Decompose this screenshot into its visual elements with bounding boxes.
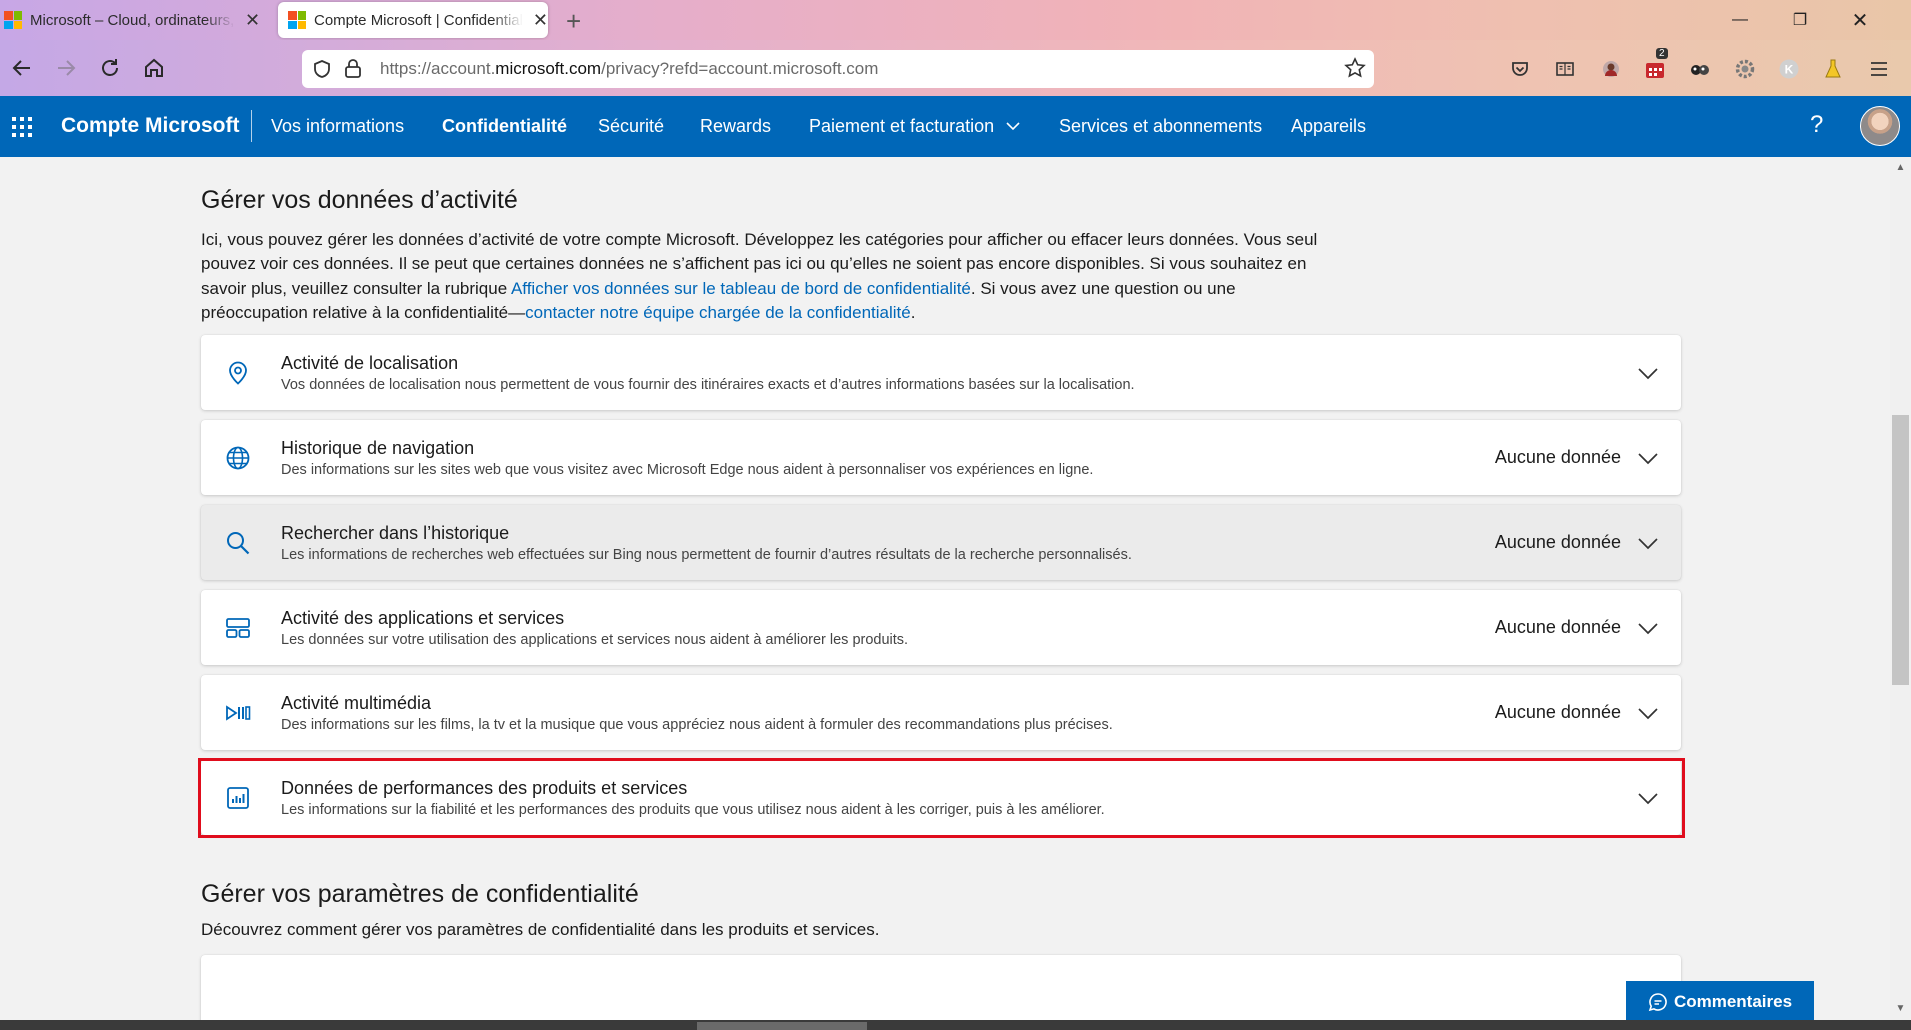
app-launcher-waffle-icon[interactable] (12, 117, 32, 137)
scrollbar-thumb[interactable] (1892, 415, 1909, 685)
new-tab-plus-icon[interactable]: + (566, 6, 581, 37)
restore-window-icon[interactable]: ❐ (1770, 0, 1830, 40)
lock-icon[interactable] (344, 58, 362, 83)
nav-label: Paiement et facturation (809, 116, 995, 136)
scroll-down-arrow-icon[interactable]: ▼ (1890, 1003, 1911, 1019)
activity-section-title: Gérer vos données d’activité (201, 186, 518, 214)
activity-item-media[interactable]: Activité multimédia Des informations sur… (201, 675, 1681, 750)
scroll-up-arrow-icon[interactable]: ▲ (1890, 162, 1911, 178)
activity-item-apps-services[interactable]: Activité des applications et services Le… (201, 590, 1681, 665)
avatar[interactable] (1860, 106, 1900, 146)
search-icon (227, 532, 250, 555)
close-tab-icon[interactable]: ✕ (245, 10, 260, 31)
glasses-extension-icon[interactable] (1685, 54, 1715, 84)
nav-vos-informations[interactable]: Vos informations (271, 116, 404, 137)
chevron-down-icon[interactable] (1637, 447, 1659, 469)
apps-icon (226, 618, 250, 638)
extension-avatar-icon[interactable] (1596, 54, 1626, 84)
bookmark-star-icon[interactable] (1344, 57, 1366, 84)
activity-item-description: Vos données de localisation nous permett… (281, 377, 1135, 393)
nav-securite[interactable]: Sécurité (598, 116, 664, 137)
feedback-label: Commentaires (1673, 991, 1793, 1011)
globe-icon (226, 446, 250, 470)
media-icon (226, 705, 251, 721)
activity-item-description: Les données sur votre utilisation des ap… (281, 632, 909, 648)
activity-item-description: Des informations sur les sites web que v… (281, 462, 1094, 478)
nav-rewards[interactable]: Rewards (700, 116, 771, 137)
url-text[interactable]: https://account.microsoft.com/privacy?re… (380, 59, 878, 79)
activity-item-title: Activité des applications et services (281, 608, 565, 628)
activity-item-title: Activité multimédia (281, 693, 432, 713)
status-no-data: Aucune donnée (1494, 702, 1621, 722)
browser-tab-account[interactable]: Compte Microsoft | Confidentialité ✕ (278, 2, 548, 38)
header-separator (251, 110, 252, 142)
chevron-down-icon[interactable] (1637, 362, 1659, 384)
reload-icon[interactable] (92, 50, 128, 86)
taskbar-item[interactable] (697, 1022, 867, 1030)
status-no-data: Aucune donnée (1494, 617, 1621, 637)
location-pin-icon (229, 361, 247, 385)
activity-item-description: Des informations sur les films, la tv et… (281, 717, 1113, 733)
pocket-icon[interactable] (1505, 54, 1535, 84)
shield-icon[interactable] (312, 59, 332, 84)
help-icon[interactable]: ? (1810, 111, 1823, 139)
chevron-down-icon[interactable] (1637, 617, 1659, 639)
status-no-data: Aucune donnée (1494, 447, 1621, 467)
activity-intro-text: Ici, vous pouvez gérer les données d’act… (201, 230, 1318, 322)
profile-k-icon[interactable]: K (1774, 54, 1804, 84)
flask-extension-icon[interactable] (1818, 54, 1848, 84)
activity-item-localisation[interactable]: Activité de localisation Vos données de … (201, 335, 1681, 410)
tab-title: Compte Microsoft | Confidentialité (314, 11, 523, 29)
minimize-window-icon[interactable]: — (1710, 0, 1770, 40)
address-bar[interactable]: https://account.microsoft.com/privacy?re… (302, 50, 1374, 88)
feedback-button[interactable]: Commentaires (1626, 981, 1814, 1022)
close-tab-icon[interactable]: ✕ (533, 10, 548, 31)
privacy-settings-title: Gérer vos paramètres de confidentialité (201, 880, 639, 908)
privacy-dashboard-link[interactable]: Afficher vos données sur le tableau de b… (511, 279, 971, 298)
back-arrow-icon[interactable] (4, 50, 40, 86)
browser-tab-strip: Microsoft – Cloud, ordinateurs, applicat… (0, 0, 1911, 40)
nav-confidentialite[interactable]: Confidentialité (442, 116, 567, 137)
os-taskbar (0, 1020, 1911, 1030)
activity-item-description: Les informations de recherches web effec… (281, 547, 1132, 563)
activity-item-navigation[interactable]: Historique de navigation Des information… (201, 420, 1681, 495)
highlight-outline (198, 758, 1685, 838)
tab-title: Microsoft – Cloud, ordinateurs, applicat… (30, 11, 235, 29)
activity-item-title: Rechercher dans l’historique (281, 523, 510, 543)
nav-services-abonnements[interactable]: Services et abonnements (1059, 116, 1262, 137)
forward-arrow-icon[interactable] (48, 50, 84, 86)
home-icon[interactable] (136, 50, 172, 86)
chevron-down-icon (1006, 122, 1020, 131)
calendar-extension-icon[interactable]: 2 (1640, 48, 1670, 84)
gear-extension-icon[interactable] (1730, 54, 1760, 84)
status-no-data: Aucune donnée (1494, 532, 1621, 552)
hamburger-menu-icon[interactable] (1864, 54, 1894, 84)
chevron-down-icon[interactable] (1637, 702, 1659, 724)
contact-privacy-team-link[interactable]: contacter notre équipe chargée de la con… (525, 303, 911, 322)
chat-bubble-icon (1648, 992, 1667, 1011)
activity-item-title: Historique de navigation (281, 438, 475, 458)
browser-navigation-bar: https://account.microsoft.com/privacy?re… (0, 40, 1911, 96)
privacy-settings-card (201, 955, 1681, 1030)
nav-paiement-facturation[interactable]: Paiement et facturation (809, 116, 1021, 137)
privacy-settings-description: Découvrez comment gérer vos paramètres d… (201, 920, 880, 939)
reader-view-icon[interactable] (1550, 54, 1580, 84)
activity-item-search-history[interactable]: Rechercher dans l’historique Les informa… (201, 505, 1681, 580)
nav-appareils[interactable]: Appareils (1291, 116, 1366, 137)
activity-item-title: Activité de localisation (281, 353, 459, 373)
brand-title[interactable]: Compte Microsoft (61, 114, 240, 138)
account-header: Compte Microsoft Vos informations Confid… (0, 96, 1911, 157)
microsoft-logo-icon (288, 11, 306, 29)
chevron-down-icon[interactable] (1637, 532, 1659, 554)
microsoft-logo-icon (4, 11, 22, 29)
browser-tab-microsoft[interactable]: Microsoft – Cloud, ordinateurs, applicat… (4, 0, 266, 40)
close-window-icon[interactable]: ✕ (1830, 0, 1890, 40)
svg-text:K: K (1785, 63, 1794, 77)
extension-badge-count: 2 (1656, 48, 1668, 59)
